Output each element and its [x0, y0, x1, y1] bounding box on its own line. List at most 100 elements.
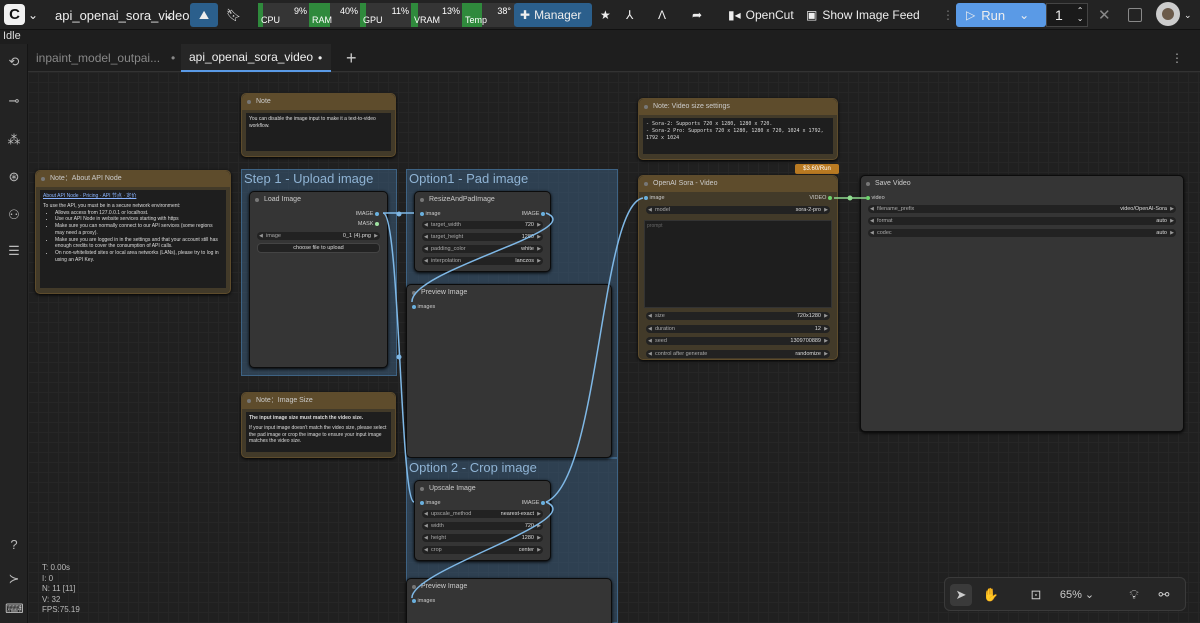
widget-label: seed — [655, 338, 667, 344]
checkbox-icon[interactable] — [1128, 8, 1142, 22]
widget-image[interactable]: image 0_1 (4).png — [257, 232, 380, 240]
ai-icon[interactable]: ⅄ — [626, 3, 642, 27]
widget-width[interactable]: width 720 — [422, 522, 543, 530]
widget-value: randomize — [795, 350, 821, 357]
input-images[interactable]: images — [412, 304, 435, 310]
input-slot[interactable] — [644, 195, 648, 200]
price-badge: $3.60/Run — [795, 164, 839, 174]
widget-crop[interactable]: crop center — [422, 546, 543, 554]
new-tab-plus-icon[interactable]: + — [338, 44, 358, 72]
note-image-size[interactable]: Note：Image Size The input image size mus… — [241, 392, 396, 458]
keyboard-icon[interactable]: ⌨ — [5, 600, 24, 618]
lightbulb-icon[interactable]: 💡︎ — [1123, 584, 1145, 606]
comfy-logo-icon[interactable]: C — [4, 4, 25, 25]
output-image[interactable]: IMAGE — [522, 500, 545, 506]
run-chevron-icon[interactable]: ⌄ — [1019, 8, 1029, 22]
star-icon[interactable]: ★ — [600, 3, 616, 27]
queue-sidebar-icon[interactable]: ⊸ — [5, 92, 23, 110]
avatar[interactable] — [1156, 2, 1180, 26]
hand-tool-icon[interactable]: ✋ — [980, 584, 1002, 606]
output-image[interactable]: IMAGE — [522, 211, 545, 217]
output-slot[interactable] — [375, 211, 379, 216]
note-text-to-video[interactable]: Note You can disable the image input to … — [241, 93, 396, 157]
close-icon[interactable]: ✕ — [1098, 3, 1111, 27]
widget-value: 720x1280 — [796, 313, 821, 319]
node-resize-pad[interactable]: ResizeAndPadImage image IMAGE target_wid… — [414, 191, 551, 272]
share-icon[interactable]: ➦ — [692, 3, 708, 27]
node-library-icon[interactable]: ⁂ — [5, 131, 23, 149]
show-feed-button[interactable]: ▣ Show Image Feed — [806, 3, 920, 27]
opencut-button[interactable]: ▮◂ OpenCut — [728, 3, 794, 27]
prompt-textarea[interactable]: prompt — [644, 220, 832, 308]
node-preview-image-1[interactable]: Preview Image images — [406, 284, 612, 458]
widget-size[interactable]: size 720x1280 — [646, 312, 830, 320]
widget-padding_color[interactable]: padding_color white — [422, 245, 543, 253]
input-slot[interactable] — [420, 500, 424, 505]
input-image[interactable]: image — [420, 211, 441, 217]
widget-target_height[interactable]: target_height 1280 — [422, 233, 543, 241]
input-image[interactable]: image — [420, 500, 441, 506]
bookmark-icon[interactable]: 🔖︎ — [226, 3, 244, 27]
node-load-image[interactable]: Load Image IMAGE MASK image 0_1 (4).png c… — [249, 191, 388, 368]
stepper-icon[interactable]: ⌃ ⌄ — [1077, 7, 1084, 23]
widget-filename_prefix[interactable]: filename_prefix video/OpenAI-Sora — [868, 205, 1176, 213]
widget-upscale_method[interactable]: upscale_method nearest-exact — [422, 510, 543, 518]
tab-inpaint[interactable]: inpaint_model_outpai... — [28, 44, 178, 72]
output-image[interactable]: IMAGE — [356, 211, 379, 217]
input-images[interactable]: images — [412, 598, 435, 604]
help-icon[interactable]: ? — [5, 536, 23, 554]
fit-view-icon[interactable]: ⊡ — [1025, 584, 1047, 606]
note-text: If your input image doesn't match the vi… — [249, 424, 387, 445]
input-slot[interactable] — [412, 598, 416, 603]
model-library-icon[interactable]: ⊛ — [5, 168, 23, 186]
widget-codec[interactable]: codec auto — [868, 229, 1176, 237]
input-slot[interactable] — [420, 211, 424, 216]
templates-icon[interactable]: ☰ — [5, 242, 23, 260]
select-tool-icon[interactable]: ➤ — [950, 584, 972, 606]
output-slot[interactable] — [375, 221, 379, 226]
tab-sora[interactable]: api_openai_sora_video — [181, 44, 331, 72]
chevron-down-icon[interactable]: ⌄ — [28, 3, 42, 27]
workflow-menu-chevron-icon[interactable]: ⌄ — [164, 3, 174, 27]
input-image[interactable]: image — [644, 195, 665, 201]
note-about-api[interactable]: Note：About API Node About API Node · Pri… — [35, 170, 231, 294]
output-slot[interactable] — [541, 500, 545, 505]
avatar-chevron-icon[interactable]: ⌄ — [1184, 3, 1192, 27]
tab-unsaved-dot-icon: • — [310, 44, 322, 72]
input-slot[interactable] — [412, 304, 416, 309]
widget-model[interactable]: model sora-2-pro — [646, 206, 830, 214]
output-slot[interactable] — [828, 195, 832, 200]
note-video-size[interactable]: Note: Video size settings - Sora-2: Supp… — [638, 98, 838, 160]
terminal-icon[interactable]: ≻ — [5, 570, 23, 588]
input-video[interactable]: video — [866, 195, 885, 201]
link-visibility-icon[interactable]: ⚯ — [1153, 584, 1175, 606]
node-save-video[interactable]: Save Video video filename_prefix video/Op… — [860, 175, 1184, 432]
widget-value: auto — [1156, 230, 1167, 236]
tabs-menu-icon[interactable]: ⋮ — [1163, 44, 1183, 72]
node-preview-image-2[interactable]: Preview Image images — [406, 578, 612, 623]
group-title: Option 2 - Crop image — [409, 460, 537, 475]
node-upscale-image[interactable]: Upscale Image image IMAGE upscale_method… — [414, 480, 551, 561]
node-openai-sora[interactable]: OpenAI Sora - Video image VIDEO model sor… — [638, 175, 838, 360]
widget-height[interactable]: height 1280 — [422, 534, 543, 542]
zoom-dropdown[interactable]: 65% ⌄ — [1057, 584, 1097, 606]
history-icon[interactable]: ⟲ — [5, 53, 23, 71]
lambda-icon[interactable]: Λ — [658, 3, 674, 27]
input-slot[interactable] — [866, 195, 870, 200]
batch-count-input[interactable]: 1 ⌃ ⌄ — [1046, 3, 1088, 27]
workflows-icon[interactable]: ⚇ — [5, 206, 23, 224]
widget-interpolation[interactable]: interpolation lanczos — [422, 257, 543, 265]
run-button[interactable]: ▷ Run ⌄ — [956, 3, 1046, 27]
upload-button[interactable]: choose file to upload — [257, 243, 380, 253]
output-mask[interactable]: MASK — [358, 221, 379, 227]
widget-seed[interactable]: seed 1309700889 — [646, 337, 830, 345]
widget-duration[interactable]: duration 12 — [646, 324, 830, 333]
api-links[interactable]: About API Node · Pricing · API 节点 · 定价 — [43, 193, 223, 200]
manager-button[interactable]: ✚ Manager — [514, 3, 592, 27]
widget-control-after-generate[interactable]: control after generate randomize — [646, 349, 830, 358]
output-slot[interactable] — [541, 211, 545, 216]
queue-icon[interactable]: ⛰ — [190, 3, 218, 27]
widget-format[interactable]: format auto — [868, 217, 1176, 225]
widget-target_width[interactable]: target_width 720 — [422, 221, 543, 229]
output-video[interactable]: VIDEO — [809, 195, 832, 201]
